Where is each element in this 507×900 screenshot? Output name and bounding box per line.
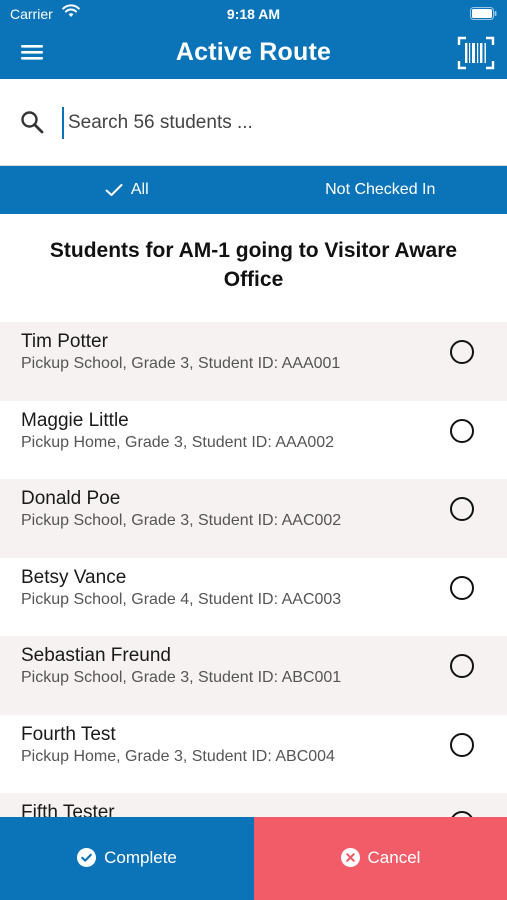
- cancel-button[interactable]: Cancel: [254, 817, 507, 900]
- student-detail: Pickup School, Grade 4, Student ID: AAC0…: [21, 590, 342, 608]
- student-name: Fourth Test: [21, 723, 116, 745]
- student-name: Donald Poe: [21, 488, 121, 509]
- cancel-label: Cancel: [367, 847, 421, 867]
- tab-all[interactable]: All: [0, 166, 254, 214]
- nav-bar: Active Route: [0, 28, 507, 79]
- barcode-scan-icon[interactable]: [457, 36, 495, 70]
- list-heading: Students for AM-1 going to Visitor Aware…: [49, 239, 458, 291]
- page-title: Active Route: [175, 38, 332, 66]
- radio-unchecked-icon[interactable]: [450, 575, 474, 600]
- complete-button[interactable]: Complete: [0, 817, 254, 900]
- battery-icon: [470, 7, 497, 20]
- filter-tabs: All Not Checked In: [0, 166, 507, 214]
- list-item[interactable]: Donald Poe Pickup School, Grade 3, Stude…: [0, 479, 507, 558]
- student-detail: Pickup Home, Grade 3, Student ID: ABC004: [21, 747, 335, 765]
- list-item[interactable]: Fourth Test Pickup Home, Grade 3, Studen…: [0, 715, 507, 794]
- tab-not-checked-in-label: Not Checked In: [325, 181, 436, 198]
- student-name: Sebastian Freund: [21, 645, 171, 666]
- status-bar: Carrier 9:18 AM: [0, 0, 507, 28]
- radio-unchecked-icon[interactable]: [450, 732, 474, 757]
- bottom-action-bar: Complete Cancel: [0, 817, 507, 900]
- student-detail: Pickup School, Grade 3, Student ID: AAC0…: [21, 512, 342, 529]
- check-icon: [105, 184, 123, 196]
- student-detail: Pickup School, Grade 3, Student ID: AAA0…: [21, 355, 341, 372]
- search-icon: [21, 111, 44, 134]
- radio-unchecked-icon[interactable]: [450, 654, 474, 678]
- student-name: Betsy Vance: [21, 566, 127, 588]
- search-bar: [0, 79, 507, 166]
- list-item[interactable]: Sebastian Freund Pickup School, Grade 3,…: [0, 636, 507, 715]
- tab-all-label: All: [130, 181, 149, 198]
- list-item[interactable]: Maggie Little Pickup Home, Grade 3, Stud…: [0, 401, 507, 480]
- student-name: Tim Potter: [21, 331, 108, 352]
- active-route-screen: Carrier 9:18 AM Active Route Search 56 s…: [0, 0, 507, 900]
- student-detail: Pickup Home, Grade 3, Student ID: AAA002: [21, 433, 335, 451]
- complete-label: Complete: [104, 847, 177, 867]
- radio-unchecked-icon[interactable]: [450, 340, 474, 364]
- check-circle-icon: [77, 848, 97, 867]
- close-circle-icon: [340, 848, 360, 867]
- radio-unchecked-icon[interactable]: [450, 497, 474, 521]
- radio-unchecked-icon[interactable]: [450, 418, 474, 443]
- student-detail: Pickup School, Grade 3, Student ID: ABC0…: [21, 669, 342, 686]
- status-time: 9:18 AM: [226, 6, 281, 22]
- search-input[interactable]: [62, 107, 472, 139]
- list-item[interactable]: Betsy Vance Pickup School, Grade 4, Stud…: [0, 558, 507, 637]
- student-name: Maggie Little: [21, 409, 129, 431]
- student-list: Tim Potter Pickup School, Grade 3, Stude…: [0, 322, 507, 872]
- list-item[interactable]: Tim Potter Pickup School, Grade 3, Stude…: [0, 322, 507, 401]
- tab-not-checked-in[interactable]: Not Checked In: [254, 166, 507, 214]
